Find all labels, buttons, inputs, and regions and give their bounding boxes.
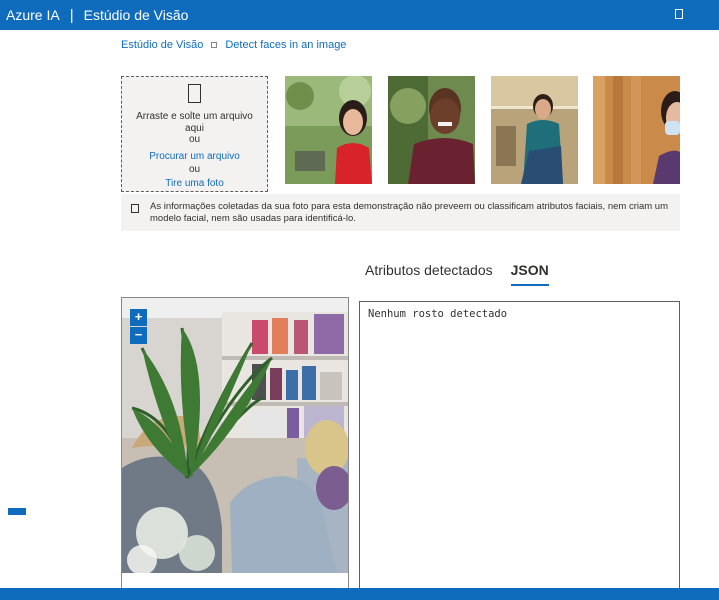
- app-title[interactable]: Estúdio de Visão: [84, 7, 189, 23]
- sample-image-woman-shopping[interactable]: [491, 76, 578, 184]
- zoom-in-button[interactable]: +: [130, 309, 147, 326]
- drag-drop-text: Arraste e solte um arquivo aqui: [136, 111, 253, 134]
- result-tabs: Atributos detectados JSON: [365, 262, 567, 286]
- image-viewer[interactable]: + −: [121, 297, 349, 592]
- sample-image-woman-mask[interactable]: [593, 76, 680, 184]
- analyzed-image: [122, 298, 348, 575]
- privacy-notice-text: As informações coletadas da sua foto par…: [150, 201, 669, 224]
- breadcrumb-home-link[interactable]: Estúdio de Visão: [121, 39, 203, 51]
- window-icon[interactable]: [675, 9, 683, 19]
- brand-name[interactable]: Azure IA: [6, 7, 60, 23]
- info-icon: [131, 204, 139, 213]
- json-output-text: Nenhum rosto detectado: [368, 308, 508, 320]
- file-icon: [188, 84, 201, 103]
- top-bar: Azure IA | Estúdio de Visão: [0, 0, 719, 30]
- sample-image-man-smiling[interactable]: [388, 76, 475, 184]
- breadcrumb: Estúdio de Visão Detect faces in an imag…: [121, 39, 346, 51]
- zoom-slider-track[interactable]: [7, 357, 27, 507]
- breadcrumb-separator-icon: [211, 42, 218, 48]
- tab-json[interactable]: JSON: [510, 262, 549, 286]
- header-separator: |: [69, 6, 74, 24]
- take-photo-link[interactable]: Tire uma foto: [122, 178, 267, 190]
- zoom-out-button[interactable]: −: [130, 327, 147, 344]
- sample-image-woman-smiling[interactable]: [285, 76, 372, 184]
- or-text: ou: [188, 164, 201, 175]
- bottom-bar: [0, 588, 719, 600]
- privacy-notice: As informações coletadas da sua foto par…: [121, 194, 680, 231]
- file-drop-zone[interactable]: Arraste e solte um arquivo aqui ou Procu…: [121, 76, 268, 192]
- tab-detected-attributes[interactable]: Atributos detectados: [365, 262, 493, 286]
- zoom-slider-handle[interactable]: [8, 508, 26, 515]
- breadcrumb-current[interactable]: Detect faces in an image: [225, 39, 346, 51]
- json-output-panel[interactable]: Nenhum rosto detectado: [359, 301, 680, 596]
- or-text: ou: [188, 134, 201, 145]
- browse-file-link[interactable]: Procurar um arquivo: [122, 151, 267, 163]
